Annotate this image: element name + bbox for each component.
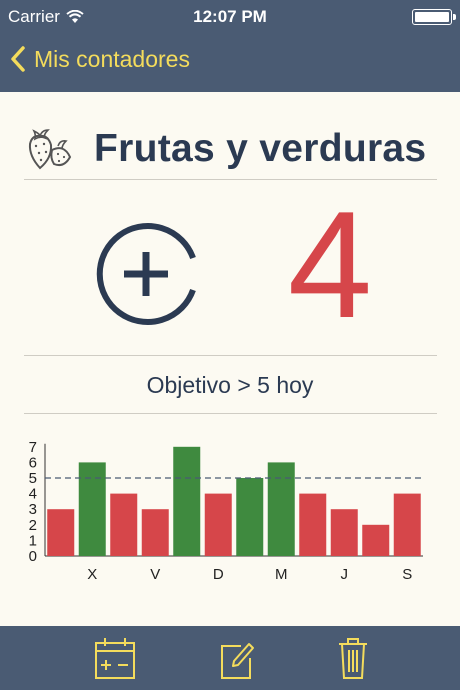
chevron-left-icon <box>11 46 25 72</box>
chart-bar <box>78 462 106 556</box>
y-tick-label: 2 <box>29 517 37 534</box>
chart-bar <box>267 462 295 556</box>
strawberry-icon <box>28 129 72 170</box>
x-tick-label: M <box>275 566 288 583</box>
divider <box>24 179 437 180</box>
status-bar: Carrier 12:07 PM <box>0 0 460 32</box>
back-button[interactable]: Mis contadores <box>10 45 190 73</box>
chart-bar <box>47 509 75 556</box>
x-tick-label: J <box>341 566 349 583</box>
y-tick-label: 6 <box>29 454 37 471</box>
x-tick-label: S <box>402 566 412 583</box>
y-tick-label: 3 <box>29 501 37 518</box>
y-tick-label: 1 <box>29 532 37 549</box>
toolbar <box>0 626 460 690</box>
chart-bar <box>141 509 169 556</box>
navigation-bar: Mis contadores <box>0 32 460 92</box>
add-circle-icon <box>96 223 196 325</box>
divider <box>24 413 437 414</box>
y-tick-label: 0 <box>29 548 37 565</box>
battery-icon <box>412 9 456 25</box>
chart-bar <box>204 493 232 556</box>
y-tick-label: 4 <box>29 486 37 503</box>
counter-header: Frutas y verduras <box>24 118 437 180</box>
counter-title: Frutas y verduras <box>94 127 427 170</box>
edit-icon <box>221 643 254 679</box>
increment-button[interactable] <box>94 222 198 331</box>
trash-icon <box>339 638 367 679</box>
x-tick-label: X <box>87 566 97 583</box>
y-tick-label: 7 <box>29 439 37 456</box>
edit-button[interactable] <box>219 636 255 685</box>
delete-button[interactable] <box>337 636 369 685</box>
chart-bar <box>362 524 390 556</box>
chart-bar <box>173 446 201 556</box>
history-chart: 01234567 X V D M J S <box>29 439 423 583</box>
goal-label: Objetivo > 5 hoy <box>146 372 314 398</box>
add-entry-button[interactable] <box>94 636 136 685</box>
back-button-label: Mis contadores <box>34 45 190 72</box>
chart-bar <box>236 478 264 556</box>
chart-bar <box>330 509 358 556</box>
x-tick-label: D <box>213 566 224 583</box>
x-tick-label: V <box>150 566 160 583</box>
calendar-add-icon <box>95 638 135 679</box>
divider <box>24 355 437 356</box>
counter-value: 4 <box>287 180 373 350</box>
y-tick-label: 5 <box>29 470 37 487</box>
chart-bar <box>393 493 421 556</box>
clock: 12:07 PM <box>193 7 267 26</box>
chart-bar <box>110 493 138 556</box>
chart-bar <box>299 493 327 556</box>
